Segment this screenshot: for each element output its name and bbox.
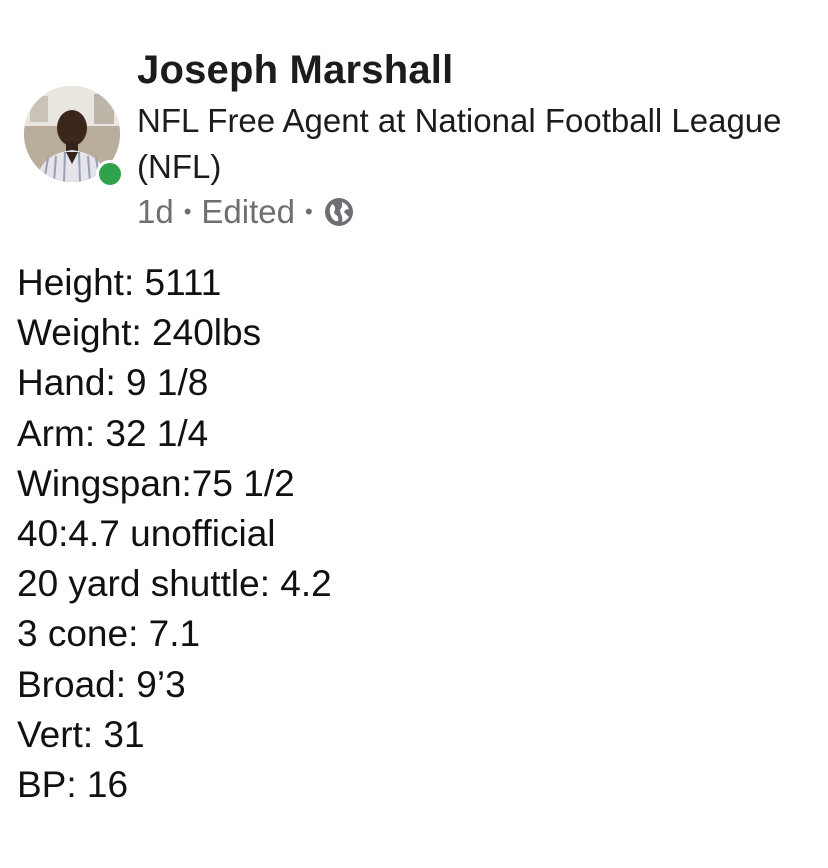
stat-arm: Arm: 32 1/4 xyxy=(17,412,209,454)
stat-three-cone: 3 cone: 7.1 xyxy=(17,613,201,655)
stat-weight: Weight: 240lbs xyxy=(17,312,262,354)
stat-vertical: Vert: 31 xyxy=(17,713,145,755)
post-meta: 1d • Edited • xyxy=(137,190,355,234)
stat-hand: Hand: 9 1/8 xyxy=(17,362,209,404)
post-header: Joseph Marshall NFL Free Agent at Nation… xyxy=(0,0,828,240)
stat-forty: 40:4.7 unofficial xyxy=(17,513,276,555)
online-status-indicator xyxy=(96,160,124,188)
edited-label: Edited xyxy=(201,193,295,230)
meta-separator: • xyxy=(305,199,313,224)
meta-separator: • xyxy=(183,199,192,224)
post-age: 1d xyxy=(137,193,174,230)
globe-icon[interactable] xyxy=(323,196,355,228)
avatar-container[interactable] xyxy=(24,86,124,190)
stat-shuttle: 20 yard shuttle: 4.2 xyxy=(17,563,332,605)
stat-wingspan: Wingspan:75 1/2 xyxy=(17,462,295,504)
post-body: Height: 5111 Weight: 240lbs Hand: 9 1/8 … xyxy=(17,258,807,810)
stat-height: Height: 5111 xyxy=(17,262,222,303)
author-name[interactable]: Joseph Marshall xyxy=(137,44,453,96)
stat-bench-press: BP: 16 xyxy=(17,764,129,806)
author-headline: NFL Free Agent at National Football Leag… xyxy=(137,102,782,185)
stat-broad-jump: Broad: 9’3 xyxy=(17,663,186,705)
